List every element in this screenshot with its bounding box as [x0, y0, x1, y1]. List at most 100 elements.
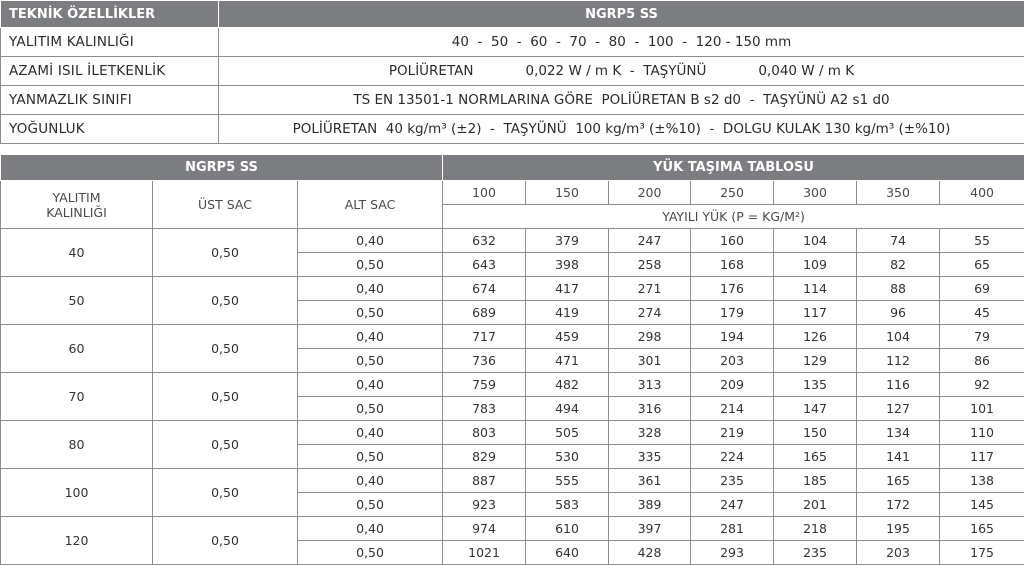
load-value-cell: 555 [526, 469, 609, 493]
load-value-cell: 301 [609, 349, 691, 373]
load-value-cell: 165 [774, 445, 857, 469]
load-value-cell: 398 [526, 253, 609, 277]
load-value-cell: 313 [609, 373, 691, 397]
col-header-span: 150 [526, 181, 609, 205]
load-value-cell: 109 [774, 253, 857, 277]
spec-header-product: NGRP5 SS [219, 1, 1024, 28]
load-value-cell: 134 [857, 421, 940, 445]
load-value-cell: 471 [526, 349, 609, 373]
thickness-cell: 120 [1, 517, 153, 565]
load-value-cell: 298 [609, 325, 691, 349]
col-header-span: 300 [774, 181, 857, 205]
load-value-cell: 86 [940, 349, 1024, 373]
load-row: 600,500,4071745929819412610479 [1, 325, 1024, 349]
lower-sheet-cell: 0,40 [298, 229, 443, 253]
col-header-span: 100 [443, 181, 526, 205]
load-value-cell: 112 [857, 349, 940, 373]
upper-sheet-cell: 0,50 [153, 325, 298, 373]
load-value-cell: 829 [443, 445, 526, 469]
load-value-cell: 632 [443, 229, 526, 253]
lower-sheet-cell: 0,50 [298, 493, 443, 517]
lower-sheet-cell: 0,50 [298, 397, 443, 421]
spec-label: YOĞUNLUK [1, 115, 219, 144]
spec-row: YOĞUNLUK POLİÜRETAN 40 kg/m³ (±2) - TAŞYÜ… [1, 115, 1024, 144]
load-value-cell: 689 [443, 301, 526, 325]
load-value-cell: 389 [609, 493, 691, 517]
load-value-cell: 145 [940, 493, 1024, 517]
load-value-cell: 247 [609, 229, 691, 253]
load-table-title: YÜK TAŞIMA TABLOSU [443, 155, 1024, 181]
load-value-cell: 235 [691, 469, 774, 493]
load-row: 500,500,406744172711761148869 [1, 277, 1024, 301]
spec-value-segment: 0,040 W / m K [758, 63, 854, 79]
load-value-cell: 674 [443, 277, 526, 301]
load-value-cell: 610 [526, 517, 609, 541]
lower-sheet-cell: 0,50 [298, 253, 443, 277]
load-value-cell: 293 [691, 541, 774, 565]
load-value-cell: 643 [443, 253, 526, 277]
load-value-cell: 494 [526, 397, 609, 421]
load-value-cell: 316 [609, 397, 691, 421]
col-header-span: 200 [609, 181, 691, 205]
load-value-cell: 127 [857, 397, 940, 421]
load-value-cell: 194 [691, 325, 774, 349]
thickness-cell: 40 [1, 229, 153, 277]
thickness-cell: 50 [1, 277, 153, 325]
spec-table-header: TEKNİK ÖZELLİKLER NGRP5 SS [1, 1, 1024, 28]
col-header-span: 350 [857, 181, 940, 205]
load-row: 700,500,4075948231320913511692 [1, 373, 1024, 397]
load-value-cell: 235 [774, 541, 857, 565]
load-value-cell: 96 [857, 301, 940, 325]
load-value-cell: 219 [691, 421, 774, 445]
load-value-cell: 258 [609, 253, 691, 277]
spec-row: AZAMİ ISIL İLETKENLİKPOLİÜRETAN0,022 W /… [1, 57, 1024, 86]
load-value-cell: 88 [857, 277, 940, 301]
spec-label: AZAMİ ISIL İLETKENLİK [1, 57, 219, 86]
spec-header-label: TEKNİK ÖZELLİKLER [1, 1, 219, 28]
load-value-cell: 126 [774, 325, 857, 349]
load-value-cell: 759 [443, 373, 526, 397]
load-value-cell: 397 [609, 517, 691, 541]
load-value-cell: 55 [940, 229, 1024, 253]
load-value-cell: 209 [691, 373, 774, 397]
load-value-cell: 783 [443, 397, 526, 421]
col-header-thickness-line2: KALINLIĞI [46, 205, 107, 220]
load-value-cell: 803 [443, 421, 526, 445]
load-value-cell: 117 [774, 301, 857, 325]
spec-value: POLİÜRETAN0,022 W / m K - TAŞYÜNÜ0,040 W… [219, 57, 1024, 86]
load-value-cell: 417 [526, 277, 609, 301]
upper-sheet-cell: 0,50 [153, 517, 298, 565]
spec-value-segment: 0,022 W / m K - TAŞYÜNÜ [526, 63, 707, 79]
load-value-cell: 165 [940, 517, 1024, 541]
thickness-cell: 60 [1, 325, 153, 373]
load-value-cell: 65 [940, 253, 1024, 277]
upper-sheet-cell: 0,50 [153, 469, 298, 517]
load-value-cell: 116 [857, 373, 940, 397]
load-value-cell: 172 [857, 493, 940, 517]
col-header-lower-sheet: ALT SAC [298, 181, 443, 229]
load-value-cell: 530 [526, 445, 609, 469]
load-value-cell: 1021 [443, 541, 526, 565]
load-value-cell: 165 [857, 469, 940, 493]
spec-value-segment: POLİÜRETAN 40 kg/m³ (±2) - TAŞYÜNÜ 100 k… [293, 121, 951, 137]
lower-sheet-cell: 0,50 [298, 301, 443, 325]
load-value-cell: 224 [691, 445, 774, 469]
lower-sheet-cell: 0,40 [298, 469, 443, 493]
load-value-cell: 203 [691, 349, 774, 373]
load-value-cell: 135 [774, 373, 857, 397]
spec-value: TS EN 13501-1 NORMLARINA GÖRE POLİÜRETAN… [219, 86, 1024, 115]
load-value-cell: 45 [940, 301, 1024, 325]
load-value-cell: 147 [774, 397, 857, 421]
upper-sheet-cell: 0,50 [153, 421, 298, 469]
spec-row: YALITIM KALINLIĞI40 - 50 - 60 - 70 - 80 … [1, 28, 1024, 57]
load-value-cell: 736 [443, 349, 526, 373]
load-value-cell: 335 [609, 445, 691, 469]
load-value-cell: 101 [940, 397, 1024, 421]
col-header-thickness-line1: YALITIM [53, 190, 101, 205]
upper-sheet-cell: 0,50 [153, 229, 298, 277]
load-value-cell: 203 [857, 541, 940, 565]
lower-sheet-cell: 0,40 [298, 277, 443, 301]
thickness-cell: 100 [1, 469, 153, 517]
load-row: 1000,500,40887555361235185165138 [1, 469, 1024, 493]
load-table-product-title: NGRP5 SS [1, 155, 443, 181]
